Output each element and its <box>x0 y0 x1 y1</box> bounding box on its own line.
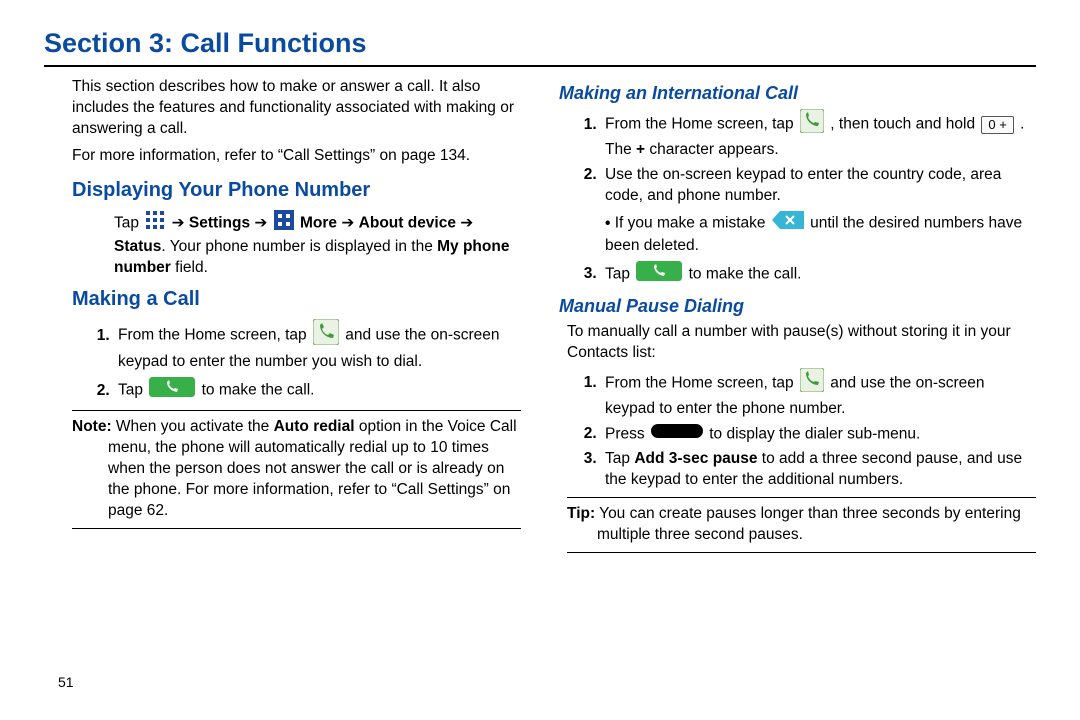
auto-redial-note: Note: When you activate the Auto redial … <box>72 410 521 529</box>
about-device-label: About device <box>359 214 456 231</box>
intl-step1-d: character appears. <box>645 141 779 158</box>
apps-grid-icon <box>145 210 165 237</box>
making-step2-b: to make the call. <box>202 382 315 399</box>
pause-step3-a: Tap <box>605 450 634 467</box>
displaying-body: Tap ➔ Settings ➔ <box>114 210 521 279</box>
note-body-a: When you activate the <box>116 418 274 435</box>
field-word: field. <box>171 259 208 276</box>
status-mid: . Your phone number is displayed in the <box>161 238 437 255</box>
call-button-icon <box>149 377 195 404</box>
settings-label: Settings <box>189 214 250 231</box>
intl-step3-a: Tap <box>605 265 634 282</box>
plus-char: + <box>636 141 645 158</box>
heading-displaying-number: Displaying Your Phone Number <box>72 177 521 204</box>
right-column: Making an International Call From the Ho… <box>559 77 1036 559</box>
note-label: Note: <box>72 418 112 435</box>
more-tab-icon <box>274 210 294 237</box>
heading-international-call: Making an International Call <box>559 81 1036 105</box>
pause-step2-b: to display the dialer sub-menu. <box>709 425 920 442</box>
making-step1-a: From the Home screen, tap <box>118 327 311 344</box>
making-step-1: From the Home screen, tap and use the on… <box>114 319 521 373</box>
backspace-icon <box>772 211 804 236</box>
left-column: This section describes how to make or an… <box>44 77 521 559</box>
pause-step2-a: Press <box>605 425 649 442</box>
making-step2-a: Tap <box>118 382 147 399</box>
section-title: Section 3: Call Functions <box>44 28 1036 59</box>
pause-steps: From the Home screen, tap and use the on… <box>571 368 1036 491</box>
intro-xref: For more information, refer to “Call Set… <box>72 146 521 167</box>
call-button-icon <box>636 261 682 288</box>
xref-post: on page 134. <box>380 147 471 164</box>
pause-intro: To manually call a number with pause(s) … <box>567 322 1036 364</box>
auto-redial-label: Auto redial <box>274 418 355 435</box>
making-call-steps: From the Home screen, tap and use the on… <box>84 319 521 404</box>
status-label: Status <box>114 238 161 255</box>
tap-text: Tap <box>114 214 143 231</box>
intl-step1-a: From the Home screen, tap <box>605 116 798 133</box>
pause-step-1: From the Home screen, tap and use the on… <box>601 368 1036 420</box>
pause-step-3: Tap Add 3-sec pause to add a three secon… <box>601 449 1036 491</box>
intl-step1-b: , then touch and hold <box>830 116 979 133</box>
add-3sec-pause-label: Add 3-sec pause <box>634 450 757 467</box>
more-label: More <box>300 214 337 231</box>
intl-sub-a: If you make a mistake <box>615 215 766 232</box>
intl-sub-bullets: If you make a mistake until the desired … <box>605 211 1036 257</box>
title-rule <box>44 65 1036 67</box>
tip-body: You can create pauses longer than three … <box>595 505 1021 543</box>
intl-step3-b: to make the call. <box>689 265 802 282</box>
pause-step1-a: From the Home screen, tap <box>605 374 798 391</box>
intl-sub-item: If you make a mistake until the desired … <box>605 211 1036 257</box>
tip-label: Tip: <box>567 505 595 522</box>
note-ref: “Call Settings” <box>391 481 488 498</box>
xref-pre: For more information, refer to <box>72 147 278 164</box>
phone-app-icon <box>800 109 824 140</box>
pause-step-2: Press to display the dialer sub-menu. <box>601 424 1036 445</box>
intl-step-1: From the Home screen, tap , then touch a… <box>601 109 1036 161</box>
intl-step2-text: Use the on-screen keypad to enter the co… <box>605 166 1001 204</box>
heading-manual-pause: Manual Pause Dialing <box>559 294 1036 318</box>
intl-step-2: Use the on-screen keypad to enter the co… <box>601 165 1036 257</box>
intl-step-3: Tap to make the call. <box>601 261 1036 288</box>
menu-key-icon <box>651 424 703 445</box>
page-number: 51 <box>58 674 74 690</box>
heading-making-call: Making a Call <box>72 286 521 313</box>
international-steps: From the Home screen, tap , then touch a… <box>571 109 1036 287</box>
intro-paragraph: This section describes how to make or an… <box>72 77 521 140</box>
xref-link: “Call Settings” <box>278 147 375 164</box>
phone-app-icon <box>313 319 339 352</box>
pause-tip: Tip: You can create pauses longer than t… <box>567 497 1036 553</box>
phone-app-icon <box>800 368 824 399</box>
zero-plus-key-icon: 0 + <box>981 116 1013 134</box>
making-step-2: Tap to make the call. <box>114 377 521 404</box>
